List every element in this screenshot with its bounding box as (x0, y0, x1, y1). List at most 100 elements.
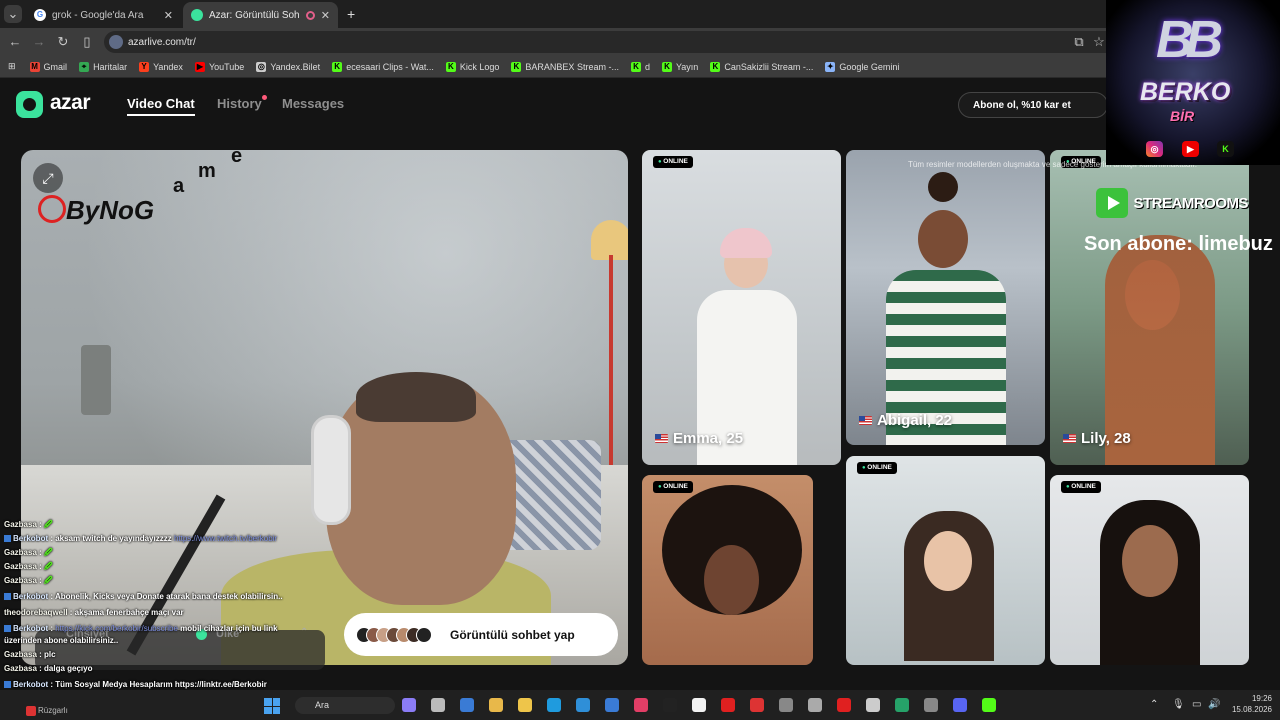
settings-icon[interactable] (866, 698, 880, 712)
profile-card[interactable]: ONLINE (846, 456, 1045, 665)
nav-messages[interactable]: Messages (282, 96, 344, 111)
store-icon[interactable] (518, 698, 532, 712)
bookmark-item[interactable]: ◎ Yandex.Bilet (256, 61, 321, 72)
windows-start-icon[interactable] (264, 698, 280, 714)
online-badge: ONLINE (653, 481, 693, 493)
chat-text: mobil cihazlar için bu link (177, 624, 278, 633)
profile-card[interactable]: ONLINE (1050, 475, 1249, 665)
mail-icon[interactable] (605, 698, 619, 712)
bookmark-item[interactable]: K Yayın (661, 61, 698, 72)
bookmark-label: Google Gemini (839, 61, 900, 72)
site-info-icon[interactable] (109, 35, 123, 49)
profile-card-emma[interactable]: ONLINE Emma, 25 (642, 150, 841, 465)
bookmark-label: CanSakizlii Stream -... (724, 61, 814, 72)
stream-chat-overlay: Cinsiyet ⌃ Ülke ⌃ Gazbasa : 🖉 Berkobot : … (0, 516, 330, 716)
opera-icon[interactable] (721, 698, 735, 712)
brand-sub: BİR (1170, 108, 1195, 124)
chat-text: dalga geçıyo (44, 664, 93, 673)
bot-badge-icon (4, 535, 11, 542)
nav-history[interactable]: History (217, 96, 262, 111)
split-view-icon[interactable]: ▯ (78, 33, 96, 51)
bookmark-item[interactable]: ✦ Google Gemini (825, 61, 900, 72)
azar-logo-text[interactable]: azar (50, 91, 91, 115)
profile-face (924, 531, 972, 591)
chat-link[interactable]: https://www.twitch.tv/berkobir (174, 534, 277, 543)
app-icon[interactable] (895, 698, 909, 712)
overlay-letter: e (231, 145, 243, 167)
overlay-letter: m (198, 160, 216, 182)
bookmark-item[interactable]: Y Yandex (139, 61, 183, 72)
steam-icon[interactable] (460, 698, 474, 712)
bynog-overlay-logo: ByNoG a m e (38, 145, 258, 235)
edge-icon[interactable] (576, 698, 590, 712)
bookmark-favicon-icon: ⌖ (79, 61, 90, 72)
epic-games-icon[interactable] (779, 698, 793, 712)
tab-grok[interactable]: G grok - Google'da Ara ✕ (26, 2, 181, 28)
clock-date[interactable]: 15.08.2026 (1226, 705, 1272, 714)
start-video-chat-button[interactable]: Görüntülü sohbet yap (344, 613, 618, 656)
bookmark-item[interactable]: K Kick Logo (445, 61, 499, 72)
taskbar-search[interactable]: Ara (295, 697, 395, 714)
speaker-icon[interactable]: 🔊 (1208, 699, 1220, 710)
chevron-up-icon[interactable]: ⌃ (300, 627, 308, 638)
bookmark-item[interactable]: K BARANBEX Stream -... (511, 61, 619, 72)
app-icon[interactable] (634, 698, 648, 712)
chrome-icon[interactable] (692, 698, 706, 712)
clock-time[interactable]: 19:26 (1236, 694, 1272, 703)
new-tab-button[interactable]: + (347, 6, 355, 22)
copilot-icon[interactable] (489, 698, 503, 712)
profile-card[interactable]: ONLINE (642, 475, 813, 665)
chat-text: aksam twitch de yayındayızzzz (55, 534, 174, 543)
online-badge: ONLINE (653, 156, 693, 168)
netflix-icon[interactable] (837, 698, 851, 712)
weather-label: Rüzgarlı (38, 706, 68, 715)
bookmark-label: Yandex.Bilet (270, 61, 321, 72)
close-icon[interactable]: ✕ (164, 9, 173, 22)
bookmark-item[interactable]: Kd (630, 61, 650, 72)
bookmark-favicon-icon: M (29, 61, 40, 72)
monitor-icon[interactable]: ▭ (1192, 699, 1201, 710)
bot-badge-icon (4, 681, 11, 688)
subscribe-button[interactable]: Abone ol, %10 kar et (958, 92, 1108, 118)
opera-gx-icon[interactable] (750, 698, 764, 712)
tiktok-icon[interactable] (663, 698, 677, 712)
chat-message: Berkobot : aksam twitch de yayındayızzzz… (4, 534, 277, 544)
tab-search-icon[interactable]: ⌄ (4, 5, 22, 23)
files-icon[interactable] (431, 698, 445, 712)
history-notification-dot (262, 95, 267, 100)
profile-card-abigail[interactable]: Abigail, 22 (846, 150, 1045, 445)
apps-grid-icon[interactable]: ⊞ (8, 61, 16, 72)
chat-text: 🖉 (44, 520, 53, 529)
chat-username: Gazbasa (4, 576, 37, 585)
winamp-icon[interactable] (402, 698, 416, 712)
azar-logo-icon[interactable] (16, 91, 43, 118)
bookmark-label: BARANBEX Stream -... (525, 61, 619, 72)
profile-name-text: Emma, 25 (673, 430, 744, 447)
us-flag-icon (1063, 434, 1076, 443)
browser-tab-bar: ⌄ G grok - Google'da Ara ✕ Azar: Görüntü… (0, 0, 1280, 28)
bookmark-label: ecesaari Clips - Wat... (346, 61, 434, 72)
youtube-icon: ▶ (1182, 141, 1199, 157)
discord-icon[interactable] (953, 698, 967, 712)
back-icon[interactable]: ← (6, 33, 24, 51)
bookmark-item[interactable]: K CanSakizlii Stream -... (710, 61, 814, 72)
url-field[interactable]: azarlive.com/tr/ (104, 31, 1119, 53)
bookmark-item[interactable]: Kecesaari Clips - Wat... (332, 61, 434, 72)
close-icon[interactable]: ✕ (321, 9, 330, 22)
microphone-icon[interactable]: 🎙 (1172, 699, 1185, 710)
forward-icon[interactable]: → (30, 33, 48, 51)
speedometer-icon[interactable] (808, 698, 822, 712)
tray-chevron-icon[interactable]: ⌃ (1150, 699, 1158, 710)
reload-icon[interactable]: ↻ (54, 33, 72, 51)
chat-link[interactable]: https://kick.com/berkobir/subscribe (55, 624, 178, 633)
app-icon[interactable] (982, 698, 996, 712)
folder-icon[interactable] (547, 698, 561, 712)
tab-azar[interactable]: Azar: Görüntülü Sohbet & V ✕ (183, 2, 338, 28)
bookmark-favicon-icon: K (511, 61, 522, 72)
install-app-icon[interactable]: ⧉ (1070, 33, 1088, 51)
bookmark-item[interactable]: M Gmail (29, 61, 67, 72)
nav-video-chat[interactable]: Video Chat (127, 96, 195, 116)
bookmark-item[interactable]: ⌖ Haritalar (79, 61, 127, 72)
bookmark-item[interactable]: ▶ YouTube (194, 61, 244, 72)
app-icon[interactable] (924, 698, 938, 712)
